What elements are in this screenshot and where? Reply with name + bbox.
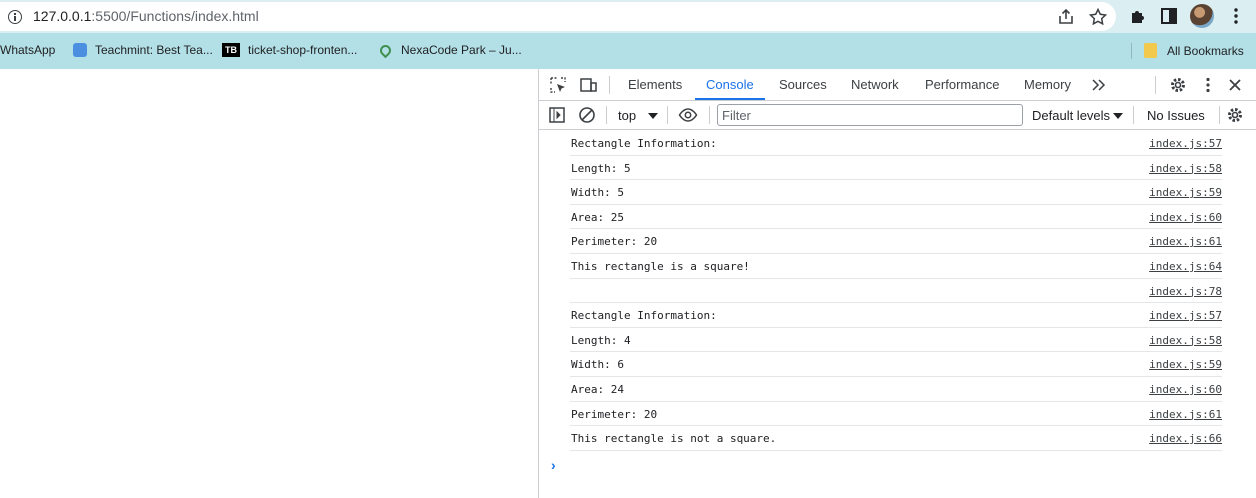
source-link[interactable]: index.js:60 [1149, 211, 1222, 224]
chevron-down-icon[interactable] [648, 113, 658, 119]
all-bookmarks-button[interactable]: All Bookmarks [1144, 43, 1244, 58]
context-selector[interactable]: top [618, 108, 636, 123]
toolbar-divider [709, 106, 710, 124]
console-message-text: Width: 5 [571, 186, 624, 200]
source-link[interactable]: index.js:57 [1149, 137, 1222, 150]
log-levels-dropdown[interactable]: Default levels [1032, 108, 1110, 123]
source-link[interactable]: index.js:66 [1149, 432, 1222, 445]
close-icon[interactable] [1225, 75, 1245, 95]
tab-memory[interactable]: Memory [1024, 77, 1071, 92]
console-message-text: Rectangle Information: [571, 137, 717, 150]
folder-icon [1144, 43, 1157, 58]
extensions-icon[interactable] [1128, 6, 1148, 26]
device-toolbar-icon[interactable] [578, 75, 598, 95]
source-link[interactable]: index.js:58 [1149, 334, 1222, 347]
source-link[interactable]: index.js:61 [1149, 408, 1222, 421]
source-link[interactable]: index.js:59 [1149, 358, 1222, 371]
console-message-text: Area: 24 [571, 382, 624, 396]
console-toolbar: top Default levels No Issues [539, 101, 1256, 130]
tab-divider [609, 76, 610, 94]
console-message: Width: 5 index.js:59 [570, 180, 1222, 205]
devtools-panel: Elements Console Sources Network Perform… [538, 69, 1256, 498]
site-info-icon[interactable] [8, 10, 22, 24]
devtools-tab-bar: Elements Console Sources Network Perform… [539, 69, 1256, 101]
console-message: Length: 4 index.js:58 [570, 328, 1222, 353]
console-message: Width: 6 index.js:59 [570, 352, 1222, 377]
bookmarks-bar: WhatsApp Teachmint: Best Tea... TB ticket… [0, 33, 1256, 69]
source-link[interactable]: index.js:64 [1149, 260, 1222, 273]
side-panel-icon[interactable] [1159, 6, 1179, 26]
console-message: Length: 5 index.js:58 [570, 156, 1222, 181]
console-message-text: Perimeter: 20 [571, 235, 658, 249]
address-bar[interactable]: 127.0.0.1:5500/Functions/index.html [0, 2, 1116, 31]
tab-performance[interactable]: Performance [925, 77, 999, 92]
source-link[interactable]: index.js:78 [1149, 285, 1222, 298]
active-tab-indicator [695, 98, 765, 100]
url-text[interactable]: 127.0.0.1:5500/Functions/index.html [33, 8, 259, 24]
bookmark-ticket-shop[interactable]: TB ticket-shop-fronten... [222, 43, 357, 57]
inspect-element-icon[interactable] [548, 75, 568, 95]
profile-avatar[interactable] [1190, 4, 1214, 28]
console-message-text: This rectangle is not a square. [571, 432, 777, 446]
teachmint-icon [73, 43, 87, 57]
devtools-menu-icon[interactable] [1198, 75, 1218, 95]
settings-gear-icon[interactable] [1168, 75, 1188, 95]
more-tabs-icon[interactable] [1089, 75, 1109, 95]
console-filter-input[interactable] [717, 104, 1023, 126]
bookmark-teachmint[interactable]: Teachmint: Best Tea... [73, 43, 213, 57]
tab-network[interactable]: Network [851, 77, 899, 92]
source-link[interactable]: index.js:59 [1149, 186, 1222, 199]
console-message-text: This rectangle is a square! [571, 259, 750, 273]
issues-counter[interactable]: No Issues [1147, 108, 1205, 123]
bookmark-star-icon[interactable] [1088, 7, 1108, 27]
bookmark-nexacode[interactable]: NexaCode Park – Ju... [377, 42, 522, 58]
tb-logo-icon: TB [222, 43, 240, 57]
console-message-text: Area: 25 [571, 210, 624, 224]
bookmarks-divider [1131, 43, 1132, 59]
console-message: This rectangle is not a square. index.js:… [570, 426, 1222, 451]
console-message-text: Width: 6 [571, 358, 624, 372]
toolbar-divider [667, 106, 668, 124]
live-expression-eye-icon[interactable] [678, 105, 698, 125]
share-icon[interactable] [1056, 7, 1076, 27]
clear-console-icon[interactable] [577, 105, 597, 125]
sidebar-toggle-icon[interactable] [547, 105, 567, 125]
console-message: Perimeter: 20 index.js:61 [570, 402, 1222, 427]
toolbar-divider [1219, 106, 1220, 124]
tab-divider [1155, 76, 1156, 94]
page-viewport [0, 69, 538, 498]
toolbar-divider [1133, 106, 1134, 124]
console-message-text: Length: 4 [571, 333, 631, 347]
browser-menu-icon[interactable] [1226, 6, 1246, 26]
tab-sources[interactable]: Sources [779, 77, 827, 92]
source-link[interactable]: index.js:60 [1149, 383, 1222, 396]
console-message: index.js:78 [570, 279, 1222, 304]
source-link[interactable]: index.js:61 [1149, 235, 1222, 248]
tab-console[interactable]: Console [706, 77, 754, 92]
console-output: Rectangle Information: index.js:57 Length:… [539, 131, 1256, 451]
console-message-text: Rectangle Information: [571, 309, 717, 323]
console-message: Area: 24 index.js:60 [570, 377, 1222, 402]
browser-toolbar: 127.0.0.1:5500/Functions/index.html [0, 0, 1256, 33]
console-message: Rectangle Information: index.js:57 [570, 131, 1222, 156]
console-prompt[interactable]: › [551, 457, 556, 473]
bookmark-whatsapp[interactable]: WhatsApp [0, 43, 55, 57]
console-message: Perimeter: 20 index.js:61 [570, 229, 1222, 254]
console-message: Rectangle Information: index.js:57 [570, 303, 1222, 328]
console-settings-gear-icon[interactable] [1225, 105, 1245, 125]
console-message: This rectangle is a square! index.js:64 [570, 254, 1222, 279]
source-link[interactable]: index.js:57 [1149, 309, 1222, 322]
toolbar-divider [606, 106, 607, 124]
console-message-text: Length: 5 [571, 161, 631, 175]
tab-elements[interactable]: Elements [628, 77, 682, 92]
leaf-icon [377, 42, 394, 58]
chevron-down-icon[interactable] [1113, 113, 1123, 119]
console-message: Area: 25 index.js:60 [570, 205, 1222, 230]
source-link[interactable]: index.js:58 [1149, 162, 1222, 175]
console-message-text: Perimeter: 20 [571, 407, 658, 421]
